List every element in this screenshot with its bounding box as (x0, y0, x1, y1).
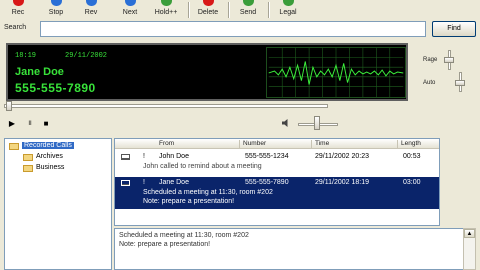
notes-line: Scheduled a meeting at 11:30, room #202 (119, 232, 249, 239)
scroll-up-arrow-icon[interactable]: ▲ (464, 229, 475, 238)
waveform-scope (266, 47, 406, 98)
table-row[interactable]: ! John Doe 555-555-1234 29/11/2002 20:23… (115, 152, 439, 174)
search-input[interactable] (40, 21, 426, 37)
next-button[interactable]: Next (112, 0, 148, 20)
delete-button[interactable]: Delete (190, 0, 226, 20)
notes-line: Note: prepare a presentation! (119, 241, 211, 248)
row-length: 00:53 (403, 153, 421, 160)
play-button[interactable]: ▶ (6, 118, 18, 130)
column-header-from[interactable]: From (159, 140, 174, 147)
legal-button[interactable]: Legal (270, 0, 306, 20)
priority-flag: ! (143, 179, 145, 186)
column-separator (397, 140, 398, 148)
volume-top-label: Rage (423, 57, 438, 63)
caller-display: 18:19 29/11/2002 Jane Doe 555-555-7890 (6, 43, 408, 101)
hold-button[interactable]: Hold++ (148, 0, 184, 20)
speaker-icon (282, 119, 288, 127)
priority-flag: ! (143, 153, 145, 160)
display-clock: 18:19 (15, 52, 37, 60)
row-from: Jane Doe (159, 179, 189, 186)
stop-playback-button[interactable]: ■ (40, 118, 52, 130)
list-header: From Number Time Length (115, 139, 439, 149)
row-number: 555-555-1234 (245, 153, 289, 160)
find-button[interactable]: Find (432, 21, 476, 37)
row-note: John called to remind about a meeting (143, 163, 262, 170)
volume-slider-bottom-thumb[interactable] (455, 80, 465, 86)
folder-icon (23, 165, 33, 172)
column-header-number[interactable]: Number (243, 140, 266, 147)
envelope-icon (121, 154, 130, 160)
stop-button[interactable]: Stop (38, 0, 74, 20)
column-header-time[interactable]: Time (315, 140, 329, 147)
toolbar-separator (188, 2, 189, 18)
column-separator (311, 140, 312, 148)
send-button[interactable]: Send (230, 0, 266, 20)
record-button[interactable]: Rec (0, 0, 36, 20)
envelope-icon (121, 180, 130, 186)
folder-icon (23, 154, 33, 161)
column-header-length[interactable]: Length (401, 140, 421, 147)
hold-icon (161, 0, 172, 6)
pause-button[interactable]: II (24, 118, 36, 130)
toolbar: Rec Stop Rev Next Hold++ Delete Send Leg… (0, 0, 480, 20)
column-separator (239, 140, 240, 148)
rewind-icon (86, 0, 97, 6)
row-length: 03:00 (403, 179, 421, 186)
playback-volume-thumb[interactable] (314, 116, 320, 130)
toolbar-separator (268, 2, 269, 18)
rev-button[interactable]: Rev (73, 0, 109, 20)
table-row-selected[interactable]: ! Jane Doe 555-555-7890 29/11/2002 18:19… (115, 177, 439, 209)
folder-tree: Recorded Calls Archives Business (4, 138, 112, 270)
row-note-2: Note: prepare a presentation! (143, 198, 235, 205)
row-number: 555-555-7890 (245, 179, 289, 186)
caller-number: 555-555-7890 (15, 81, 96, 95)
send-icon (243, 0, 254, 6)
volume-slider-top-thumb[interactable] (444, 57, 454, 63)
folder-icon (9, 143, 19, 150)
tree-item-label: Business (36, 164, 65, 171)
stop-icon (51, 0, 62, 6)
row-note: Scheduled a meeting at 11:30, room #202 (143, 189, 273, 196)
row-time: 29/11/2002 20:23 (315, 153, 369, 160)
delete-icon (203, 0, 214, 6)
search-label: Search (4, 24, 27, 31)
row-time: 29/11/2002 18:19 (315, 179, 369, 186)
next-icon (125, 0, 136, 6)
caller-name: Jane Doe (15, 66, 64, 78)
tree-item-label: Recorded Calls (22, 142, 74, 149)
row-from: John Doe (159, 153, 189, 160)
legal-icon (283, 0, 294, 6)
position-slider-thumb[interactable] (6, 101, 12, 111)
record-icon (13, 0, 24, 6)
volume-bottom-label: Auto (423, 80, 436, 86)
position-slider-track[interactable] (4, 104, 328, 108)
notes-textarea[interactable]: Scheduled a meeting at 11:30, room #202 … (114, 228, 464, 270)
calls-list: From Number Time Length ! John Doe 555-5… (114, 138, 440, 226)
tree-item-label: Archives (36, 153, 63, 160)
toolbar-separator (228, 2, 229, 18)
display-date: 29/11/2002 (65, 52, 108, 60)
